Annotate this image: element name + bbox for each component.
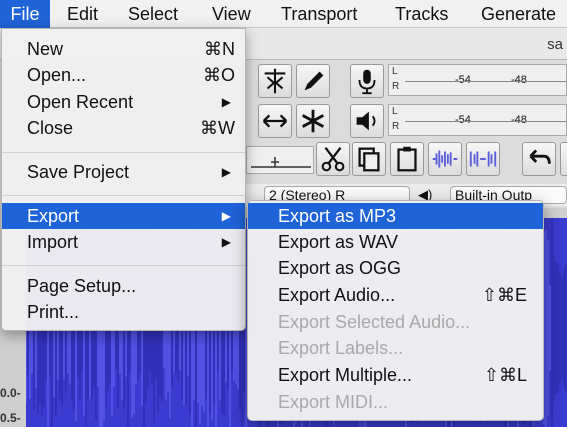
microphone-icon [358,69,376,95]
silence-audio-icon [469,151,497,167]
export-submenu: Export as MP3 Export as WAV Export as OG… [247,200,544,421]
menu-item-print[interactable]: Print... [2,299,245,325]
asterisk-icon [301,109,325,133]
slider-scale [251,157,311,168]
menu-item-open[interactable]: Open... ⌘O [2,62,245,88]
menu-bar: File Edit Select View Transport Tracks G… [0,0,567,28]
clipboard-icon [397,146,417,172]
amplitude-scale-label: 0.5- [0,411,21,425]
menu-item-label: Export as MP3 [278,206,397,226]
trim-audio-icon [432,150,458,168]
scissors-icon [321,147,345,172]
menu-transport[interactable]: Transport [281,0,357,28]
time-shift-icon [262,114,288,128]
paste-button[interactable] [390,142,424,176]
file-menu: New ⌘N Open... ⌘O Open Recent ▶ Close ⌘W… [1,28,246,331]
meter-right-label: R [392,81,400,92]
meter-scale-line [405,121,566,122]
submenu-arrow-icon: ▶ [221,209,231,223]
menu-item-label: Export as WAV [278,232,399,252]
cut-button[interactable] [316,142,350,176]
meter-tick: -48 [511,74,527,86]
volume-slider[interactable] [246,146,314,174]
shortcut-label: ⌘O [202,65,235,85]
meter-left-label: L [392,106,398,117]
time-shift-tool-button[interactable] [258,104,292,138]
menu-item-open-recent[interactable]: Open Recent ▶ [2,89,245,115]
menu-item-import[interactable]: Import ▶ [2,229,245,255]
speaker-icon [356,111,376,131]
menu-select[interactable]: Select [128,0,178,28]
menu-item-label: New [27,39,64,59]
menu-item-label: Export Multiple... [278,365,413,385]
meter-left-label: L [392,66,398,77]
multi-tool-button[interactable] [296,104,330,138]
copy-icon [358,147,380,172]
envelope-icon [264,68,286,94]
menu-item-label: Open... [27,65,87,85]
submenu-arrow-icon: ▶ [221,95,231,109]
draw-tool-button[interactable] [296,64,330,98]
menu-item-export[interactable]: Export ▶ [2,203,245,229]
menu-item-label: Page Setup... [27,276,137,296]
undo-icon [529,149,551,164]
record-meter-button[interactable] [350,64,384,98]
menu-item-label: Export Audio... [278,285,396,305]
shortcut-label: ⌘N [204,39,235,59]
menu-file[interactable]: File [0,0,50,28]
menu-tracks[interactable]: Tracks [395,0,448,28]
record-meter[interactable]: L R -54 -48 [388,64,567,96]
menu-item-export-ogg[interactable]: Export as OGG [248,255,543,281]
menu-item-label: Import [27,232,79,252]
submenu-arrow-icon: ▶ [221,235,231,249]
menu-item-page-setup[interactable]: Page Setup... [2,273,245,299]
amplitude-scale-label: 0.0- [0,386,21,400]
menu-item-export-selected-audio: Export Selected Audio... [248,309,543,335]
menu-item-label: Export as OGG [278,258,402,278]
menu-item-export-audio[interactable]: Export Audio... ⇧⌘E [248,282,543,308]
menu-item-new[interactable]: New ⌘N [2,36,245,62]
window-title: sa [547,36,563,53]
menu-separator [2,152,245,153]
menu-item-label: Export MIDI... [278,392,389,412]
redo-button[interactable] [560,142,567,176]
shortcut-label: ⇧⌘E [481,285,527,305]
meter-scale-line [405,81,566,82]
meter-right-label: R [392,121,400,132]
menu-item-export-multiple[interactable]: Export Multiple... ⇧⌘L [248,362,543,388]
menu-item-export-wav[interactable]: Export as WAV [248,229,543,255]
trim-button[interactable] [428,142,462,176]
meter-tick: -54 [455,74,471,86]
menu-item-export-mp3[interactable]: Export as MP3 [248,203,543,229]
submenu-arrow-icon: ▶ [221,165,231,179]
meter-tick: -54 [455,114,471,126]
menu-item-label: Save Project [27,162,130,182]
copy-button[interactable] [352,142,386,176]
menu-view[interactable]: View [212,0,251,28]
menu-item-label: Export Labels... [278,338,404,358]
menu-separator [2,265,245,266]
menu-item-label: Export [27,206,80,226]
menu-item-label: Open Recent [27,92,134,112]
menu-edit[interactable]: Edit [67,0,98,28]
meter-tick: -48 [511,114,527,126]
envelope-tool-button[interactable] [258,64,292,98]
menu-item-export-midi: Export MIDI... [248,389,543,415]
menu-item-close[interactable]: Close ⌘W [2,115,245,141]
menu-item-export-labels: Export Labels... [248,335,543,361]
pencil-icon [304,71,324,91]
undo-button[interactable] [522,142,556,176]
menu-separator [2,195,245,196]
menu-item-save-project[interactable]: Save Project ▶ [2,159,245,185]
shortcut-label: ⇧⌘L [483,365,527,385]
silence-button[interactable] [466,142,500,176]
menu-item-label: Export Selected Audio... [278,312,471,332]
menu-item-label: Close [27,118,74,138]
shortcut-label: ⌘W [200,118,235,138]
playback-meter[interactable]: L R -54 -48 [388,104,567,136]
playback-meter-button[interactable] [350,104,384,138]
menu-generate[interactable]: Generate [481,0,556,28]
menu-item-label: Print... [27,302,80,322]
